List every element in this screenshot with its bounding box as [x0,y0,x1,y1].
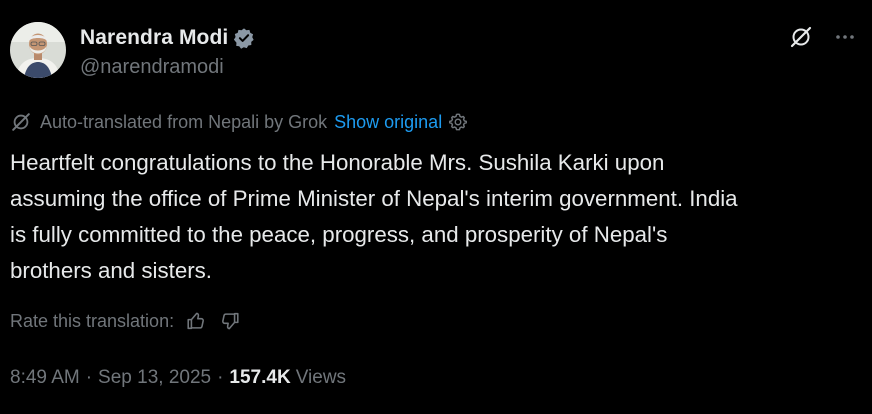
show-original-link[interactable]: Show original [334,112,442,133]
tweet-text: Heartfelt congratulations to the Honorab… [10,150,738,283]
thumbs-up-icon[interactable] [184,309,208,333]
verified-badge-icon[interactable] [233,27,255,49]
translation-notice-text: Auto-translated from Nepali by Grok [40,111,328,132]
rate-translation: Rate this translation: [10,308,242,334]
rate-translation-label: Rate this translation: [10,310,175,331]
author-handle[interactable]: @narendramodi [80,56,255,79]
tweet-time[interactable]: 8:49 AM [10,367,80,389]
grok-translate-icon [10,111,32,133]
avatar[interactable] [10,22,66,78]
author-info: Narendra Modi @narendramodi [80,24,255,79]
author-display-name[interactable]: Narendra Modi [80,26,228,50]
gear-icon[interactable] [447,111,469,133]
name-row: Narendra Modi [80,24,255,52]
views-label: Views [295,367,347,388]
views-count: 157.4K [229,367,291,388]
tweet-date[interactable]: Sep 13, 2025 [98,367,211,389]
grok-icon[interactable] [788,24,814,50]
meta-separator: · [217,367,224,388]
more-options-icon[interactable] [832,24,858,50]
tweet-meta: 8:49 AM · Sep 13, 2025 · 157.4K Views [10,365,346,391]
tweet-card: Narendra Modi @narendramodi Auto-transla… [0,0,872,414]
meta-separator: · [85,367,93,388]
thumbs-down-icon[interactable] [218,309,242,333]
translation-notice: Auto-translated from Nepali by Grok Show… [10,110,469,134]
header-actions [788,24,858,50]
